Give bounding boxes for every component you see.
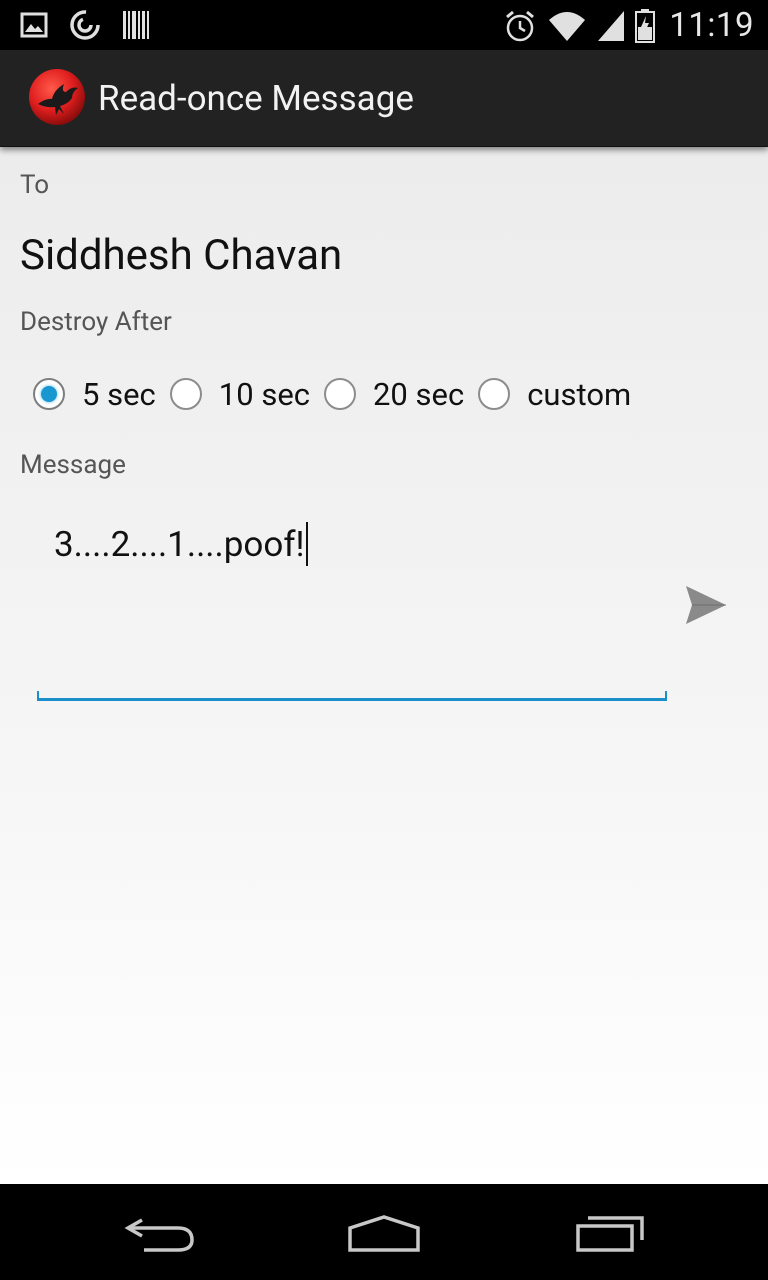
sync-notification-icon	[70, 10, 100, 40]
wifi-icon	[549, 11, 586, 41]
radio-label: 20 sec	[372, 375, 465, 413]
clock: 11:19	[669, 6, 754, 45]
send-icon[interactable]	[684, 584, 728, 626]
message-value: 3....2....1....poof!	[54, 524, 305, 565]
recipient-name[interactable]: Siddhesh Chavan	[20, 231, 342, 280]
radio-label: custom	[527, 375, 632, 413]
radio-label: 5 sec	[82, 375, 156, 413]
barcode-notification-icon	[123, 11, 149, 39]
recents-icon[interactable]	[574, 1214, 646, 1254]
radio-indicator[interactable]	[169, 378, 202, 410]
back-icon[interactable]	[124, 1214, 196, 1254]
message-input[interactable]: 3....2....1....poof!	[37, 511, 667, 701]
system-icons: 11:19	[503, 6, 754, 45]
destroy-after-radio-group: 5 sec 10 sec 20 sec custom	[33, 371, 645, 417]
radio-10-sec[interactable]: 10 sec	[169, 375, 310, 413]
to-label: To	[20, 170, 50, 200]
text-cursor	[305, 521, 308, 566]
radio-5-sec[interactable]: 5 sec	[33, 376, 156, 413]
radio-custom[interactable]: custom	[478, 376, 631, 413]
battery-icon	[635, 8, 656, 43]
notification-icons	[20, 8, 150, 42]
radio-indicator[interactable]	[478, 378, 511, 410]
navigation-bar	[0, 1184, 768, 1280]
message-text-wrapper: 3....2....1....poof!	[54, 521, 308, 569]
action-bar: Read-once Message	[0, 50, 768, 147]
image-notification-icon	[20, 12, 48, 38]
radio-label: 10 sec	[218, 375, 310, 413]
home-icon[interactable]	[346, 1214, 422, 1254]
status-bar: 11:19	[0, 0, 768, 50]
input-underline	[37, 691, 667, 701]
radio-checked-indicator[interactable]	[33, 378, 65, 410]
destroy-after-label: Destroy After	[20, 307, 172, 337]
message-label: Message	[20, 450, 126, 480]
radio-indicator[interactable]	[323, 378, 356, 410]
page-title: Read-once Message	[98, 78, 414, 119]
cell-signal-icon	[598, 10, 625, 41]
compose-form: To Siddhesh Chavan Destroy After 5 sec 1…	[0, 146, 768, 1184]
radio-20-sec[interactable]: 20 sec	[323, 375, 465, 413]
alarm-icon	[506, 10, 535, 41]
app-bird-icon[interactable]	[28, 68, 86, 126]
